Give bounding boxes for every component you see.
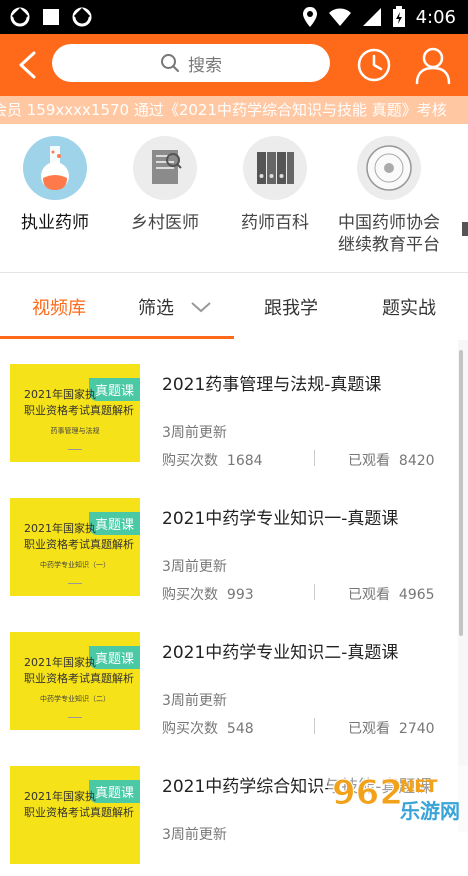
course-item[interactable]: 真题课 2021年国家执 职业资格考试真题解析 药事管理与法规 2021药事管理… <box>0 340 458 474</box>
course-update: 3周前更新 <box>162 827 227 843</box>
category-item-licensed-pharmacist[interactable]: 执业药师 <box>0 136 110 234</box>
back-icon[interactable] <box>14 50 42 80</box>
stat-divider <box>314 584 315 600</box>
view-count: 已观看 4965 <box>348 587 435 603</box>
view-count: 已观看 8420 <box>348 453 435 469</box>
stat-divider <box>314 450 315 466</box>
user-profile-icon[interactable] <box>414 45 452 85</box>
course-update: 3周前更新 <box>162 425 227 441</box>
location-icon <box>302 7 317 27</box>
chevron-down-icon <box>191 302 211 313</box>
exam-tag: 真题课 <box>88 378 140 401</box>
category-item-rural-doctor[interactable]: 乡村医师 <box>110 136 220 234</box>
thumbnail-subtitle: 中药学专业知识（二） <box>40 695 110 703</box>
search-icon <box>161 54 179 72</box>
top-bar: 搜索 <box>0 34 468 96</box>
category-label: 乡村医师 <box>131 213 199 233</box>
category-item-pharmacist-wiki[interactable]: 药师百科 <box>220 136 330 234</box>
thumbnail-line1: 2021年国家执 <box>24 522 96 535</box>
marquee-text: 会员 159xxxx1570 通过《2021中药学综合知识与技能 真题》考核 <box>0 101 447 119</box>
course-item[interactable]: 真题课 2021年国家执 职业资格考试真题解析 中药学专业知识（一） 2021中… <box>0 474 458 608</box>
thumbnail-line2: 职业资格考试真题解析 <box>24 404 134 417</box>
signal-icon <box>362 8 381 26</box>
exam-tag: 真题课 <box>88 646 140 669</box>
status-bar: 4:06 <box>0 0 468 34</box>
flask-icon <box>23 136 87 200</box>
watermark-brand: 962 <box>332 773 403 813</box>
course-thumbnail: 真题课 2021年国家执 职业资格考试真题解析 中药学专业知识（一） <box>10 498 140 596</box>
thumbnail-line2: 职业资格考试真题解析 <box>24 672 134 685</box>
search-input[interactable]: 搜索 <box>52 44 330 82</box>
status-time: 4:06 <box>415 6 456 28</box>
association-seal-icon <box>357 136 421 200</box>
thumbnail-ornament <box>68 449 82 454</box>
next-category-peek <box>462 222 468 236</box>
course-list: 真题课 2021年国家执 职业资格考试真题解析 药事管理与法规 2021药事管理… <box>0 340 468 876</box>
watermark-cn: 乐游网 <box>400 799 460 823</box>
tab-follow-me[interactable]: 跟我学 <box>264 294 318 320</box>
list-scrollbar[interactable] <box>459 350 463 636</box>
exam-tag: 真题课 <box>88 780 140 803</box>
course-thumbnail: 真题课 2021年国家执 职业资格考试真题解析 <box>10 766 140 864</box>
thumbnail-ornament <box>68 583 82 588</box>
document-magnifier-icon <box>133 136 197 200</box>
search-placeholder: 搜索 <box>188 55 222 76</box>
stat-divider <box>314 718 315 734</box>
sync-icon <box>10 7 30 27</box>
site-watermark-logo: 962 NET 乐游网 <box>328 766 468 832</box>
square-icon <box>43 9 59 25</box>
category-item-pharmacist-association[interactable]: 中国药师协会 继续教育平台 <box>330 136 448 256</box>
course-title: 2021中药学专业知识二-真题课 <box>162 643 399 663</box>
category-label: 中国药师协会 继续教育平台 <box>338 213 440 255</box>
buy-count: 购买次数 993 <box>162 587 254 603</box>
sync-icon <box>72 7 92 27</box>
thumbnail-line2: 职业资格考试真题解析 <box>24 806 134 819</box>
course-title: 2021药事管理与法规-真题课 <box>162 375 382 395</box>
active-tab-indicator <box>0 336 234 339</box>
history-clock-icon[interactable] <box>356 47 392 83</box>
buy-count: 购买次数 1684 <box>162 453 263 469</box>
tab-bar: 视频库 筛选 跟我学 题实战 <box>0 272 468 341</box>
category-label: 药师百科 <box>241 213 309 233</box>
battery-icon <box>392 6 405 27</box>
tab-video-library[interactable]: 视频库 <box>32 294 86 320</box>
thumbnail-subtitle: 中药学专业知识（一） <box>40 561 110 569</box>
course-title: 2021中药学专业知识一-真题课 <box>162 509 399 529</box>
thumbnail-line1: 2021年国家执 <box>24 656 96 669</box>
tab-filter-label: 筛选 <box>138 298 174 319</box>
thumbnail-line1: 2021年国家执 <box>24 790 96 803</box>
thumbnail-ornament <box>68 717 82 722</box>
exam-tag: 真题课 <box>88 512 140 535</box>
thumbnail-line2: 职业资格考试真题解析 <box>24 538 134 551</box>
buy-count: 购买次数 548 <box>162 721 254 737</box>
view-count: 已观看 2740 <box>348 721 435 737</box>
course-update: 3周前更新 <box>162 693 227 709</box>
course-update: 3周前更新 <box>162 559 227 575</box>
course-item[interactable]: 真题课 2021年国家执 职业资格考试真题解析 中药学专业知识（二） 2021中… <box>0 608 458 742</box>
thumbnail-subtitle: 药事管理与法规 <box>50 427 100 435</box>
course-thumbnail: 真题课 2021年国家执 职业资格考试真题解析 药事管理与法规 <box>10 364 140 462</box>
course-thumbnail: 真题课 2021年国家执 职业资格考试真题解析 中药学专业知识（二） <box>10 632 140 730</box>
watermark-suffix: NET <box>400 777 438 797</box>
category-row: 执业药师 乡村医师 药师百科 中国药师协会 继续教育平台 <box>0 124 468 273</box>
category-label: 执业药师 <box>21 213 89 233</box>
announcement-marquee: 会员 159xxxx1570 通过《2021中药学综合知识与技能 真题》考核 <box>0 96 468 124</box>
wifi-icon <box>328 8 351 26</box>
thumbnail-line1: 2021年国家执 <box>24 388 96 401</box>
tab-practice[interactable]: 题实战 <box>382 294 436 320</box>
binders-icon <box>243 136 307 200</box>
tab-filter[interactable]: 筛选 <box>138 294 212 320</box>
